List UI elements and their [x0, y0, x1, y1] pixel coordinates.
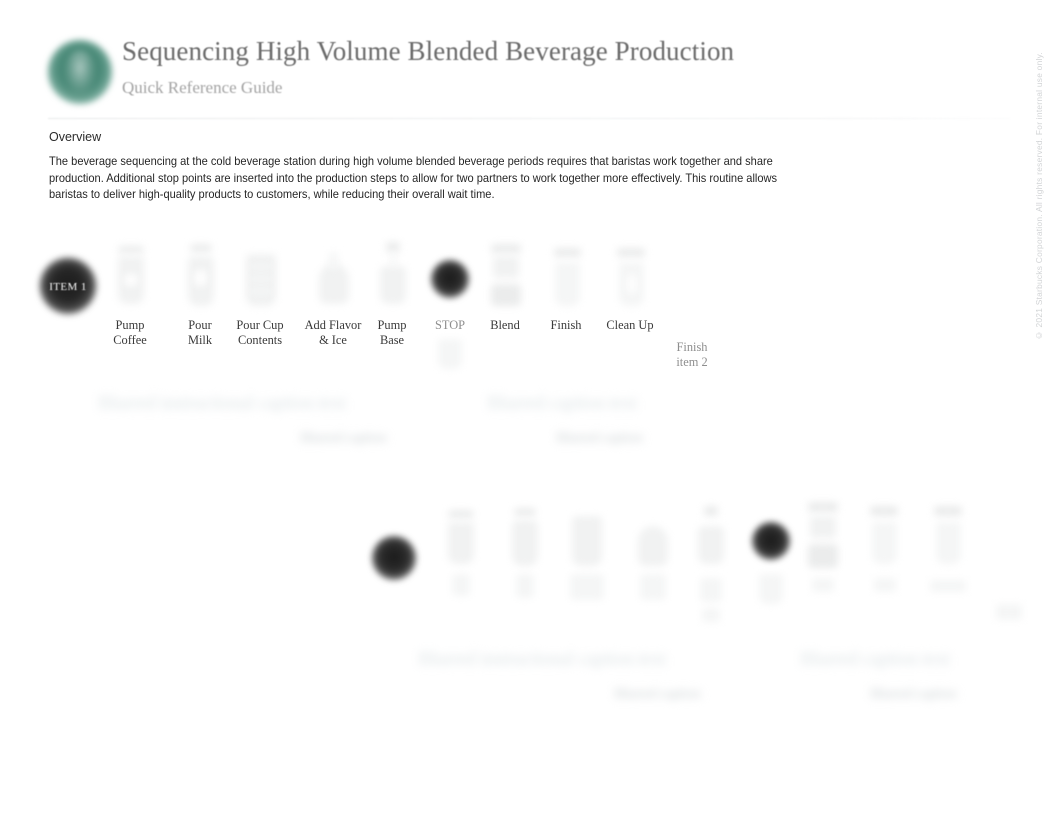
- cup-icon: [94, 240, 166, 318]
- row2-step-clean: [910, 496, 986, 606]
- cup-pour-icon: [224, 240, 296, 318]
- row2-step-6: [676, 502, 744, 632]
- finish-item-2-label: Finish item 2: [676, 340, 708, 369]
- step-label: Clean Up: [606, 318, 654, 332]
- step-finish: Finish: [530, 240, 602, 333]
- row2-step-4: [548, 502, 624, 612]
- header-divider: [48, 118, 1010, 119]
- row1-caption-3: Blurred caption text: [487, 392, 637, 414]
- step-label: Finish: [550, 318, 582, 332]
- small-note-icon: [982, 596, 1036, 630]
- row2-step-note: [982, 596, 1036, 630]
- document-header: Sequencing High Volume Blended Beverage …: [48, 36, 1008, 116]
- logo-siren-icon: [64, 50, 96, 94]
- row1-caption-2: Blurred caption: [300, 430, 387, 446]
- pump-bottle-icon: [676, 502, 744, 632]
- document-page: Sequencing High Volume Blended Beverage …: [0, 0, 1062, 822]
- starbucks-logo: [48, 40, 112, 104]
- page-title: Sequencing High Volume Blended Beverage …: [122, 36, 735, 66]
- step-pump-coffee: Pump Coffee: [94, 240, 166, 348]
- stop-secondary-icon: [414, 339, 486, 379]
- step-pour-cup-contents: Pour Cup Contents: [224, 240, 296, 348]
- item-1-badge-label: ITEM 1: [49, 281, 87, 293]
- row2-step-stop-a: [355, 512, 427, 592]
- finish-cup-icon: [530, 240, 602, 318]
- row1-caption-4: Blurred caption: [556, 430, 643, 446]
- step-label: Pour Cup Contents: [236, 318, 284, 347]
- step-clean-up: Clean Up: [594, 240, 666, 333]
- finish-item-2-note: Finish item 2: [656, 340, 728, 370]
- row2-caption-2: Blurred caption: [614, 686, 701, 702]
- stop-dot-icon: [355, 512, 427, 592]
- copyright-notice: © 2021 Starbucks Corporation. All rights…: [1034, 52, 1044, 341]
- row2-caption-4: Blurred caption: [870, 686, 957, 702]
- row2-step-2: [424, 502, 496, 612]
- row2-caption-3: Blurred caption text: [800, 648, 950, 670]
- step-label: Pump Coffee: [113, 318, 147, 347]
- cup-icon: [424, 502, 496, 612]
- clean-cup-icon: [910, 496, 986, 606]
- row2-caption-1: Blurred instructional caption text: [418, 648, 666, 670]
- row1-caption-1: Blurred instructional caption text: [98, 392, 346, 414]
- clean-cup-icon: [594, 240, 666, 318]
- cup-pour-icon: [548, 502, 624, 612]
- overview-body: The beverage sequencing at the cold beve…: [49, 155, 778, 202]
- overview-heading: Overview: [49, 130, 102, 144]
- page-subtitle: Quick Reference Guide: [122, 78, 283, 97]
